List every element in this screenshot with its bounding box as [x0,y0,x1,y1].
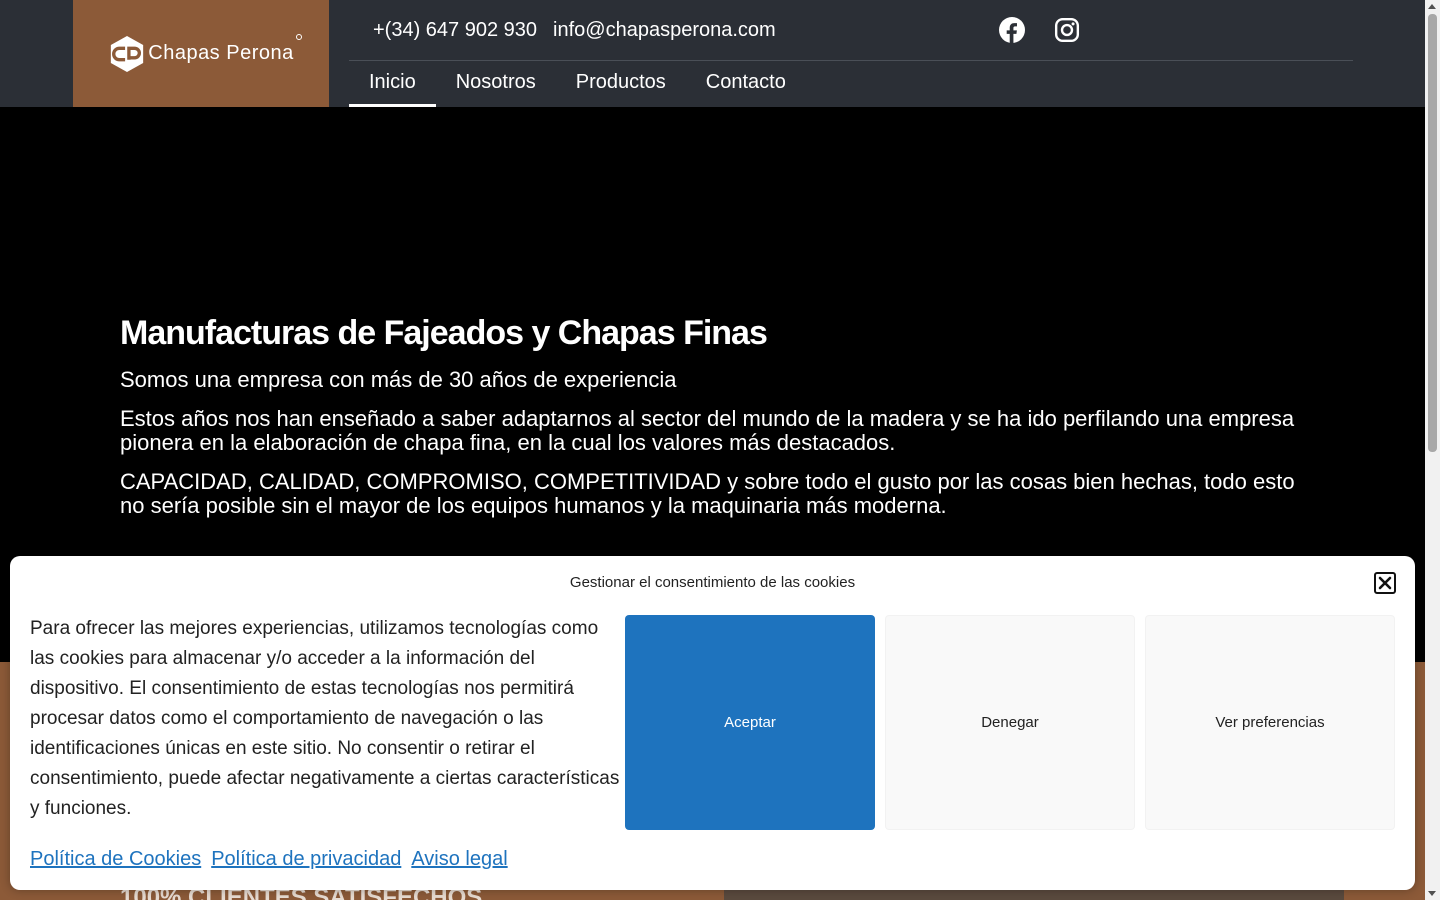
cookie-dialog-title: Gestionar el consentimiento de las cooki… [569,574,856,591]
legal-notice-link[interactable]: Aviso legal [411,848,507,871]
phone-link[interactable]: +(34) 647 902 930 [373,19,537,42]
cookie-policy-link[interactable]: Política de Cookies [30,848,201,871]
privacy-policy-link[interactable]: Política de privacidad [211,848,401,871]
logo-text: Chapas Perona [148,34,302,65]
accept-button[interactable]: Aceptar [625,615,875,830]
scrollbar-thumb[interactable] [1428,14,1437,452]
main-nav: Inicio Nosotros Productos Contacto [349,61,806,107]
cookie-links: Política de Cookies Política de privacid… [30,848,508,871]
scroll-up-arrow-icon[interactable] [1428,4,1436,9]
close-icon [1378,576,1392,590]
logo-mark-icon [111,35,144,72]
scrollbar[interactable] [1425,0,1440,900]
hero-subtitle: Somos una empresa con más de 30 años de … [120,367,677,392]
nav-item-inicio[interactable]: Inicio [349,61,436,107]
logo[interactable]: Chapas Perona [73,0,329,107]
cookie-description: Para ofrecer las mejores experiencias, u… [30,618,620,819]
view-preferences-button[interactable]: Ver preferencias [1145,615,1395,830]
nav-item-nosotros[interactable]: Nosotros [436,61,556,107]
close-button[interactable] [1374,572,1396,594]
contact-bar: +(34) 647 902 930 info@chapasperona.com [373,16,776,44]
hero-title: Manufacturas de Fajeados y Chapas Finas [120,314,768,352]
nav-item-productos[interactable]: Productos [556,61,686,107]
hero-paragraph-2: CAPACIDAD, CALIDAD, COMPROMISO, COMPETIT… [120,469,1295,518]
nav-item-contacto[interactable]: Contacto [686,61,806,107]
deny-button[interactable]: Denegar [885,615,1135,830]
email-link[interactable]: info@chapasperona.com [553,19,776,42]
instagram-icon[interactable] [1054,17,1080,43]
cookie-consent-dialog: Gestionar el consentimiento de las cooki… [10,556,1415,890]
registered-mark-icon [295,34,302,40]
site-header: Chapas Perona +(34) 647 902 930 info@cha… [0,0,1425,107]
scroll-down-arrow-icon[interactable] [1428,891,1436,896]
hero-paragraph-1: Estos años nos han enseñado a saber adap… [120,406,1295,455]
facebook-icon[interactable] [999,17,1025,43]
